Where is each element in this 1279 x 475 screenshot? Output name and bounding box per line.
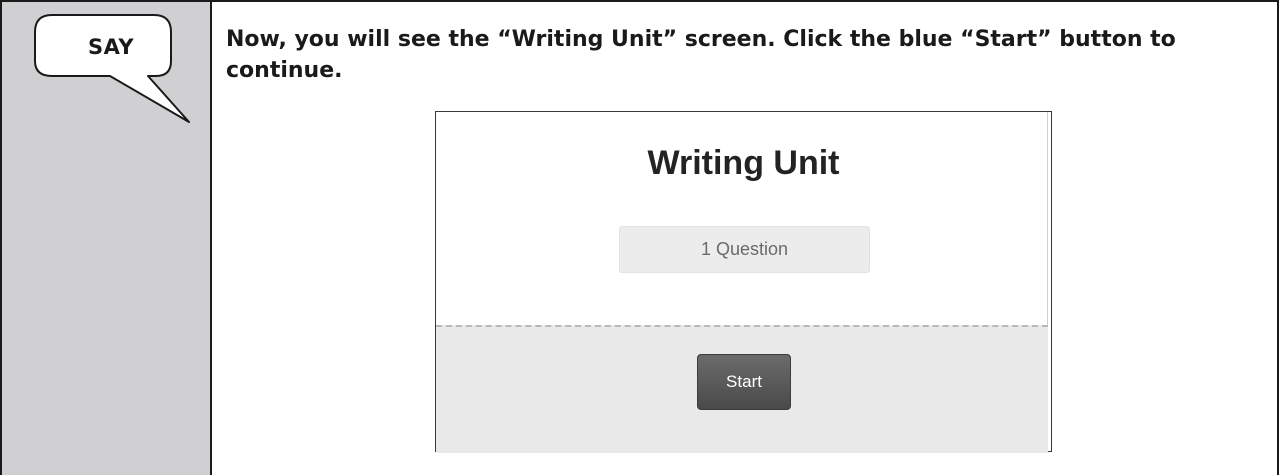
start-button[interactable]: Start (697, 354, 791, 410)
unit-title: Writing Unit (647, 144, 840, 182)
say-label: SAY (87, 35, 135, 59)
writing-unit-screen: Writing Unit 1 Question Start (435, 111, 1052, 453)
screen-footer: Start (436, 325, 1048, 453)
say-column: SAY (2, 2, 212, 475)
instruction-table: SAY Now, you will see the “Writing Unit”… (0, 0, 1279, 475)
speech-bubble-icon (34, 14, 190, 123)
question-count-badge: 1 Question (619, 226, 870, 273)
instruction-text: Now, you will see the “Writing Unit” scr… (226, 27, 1176, 83)
